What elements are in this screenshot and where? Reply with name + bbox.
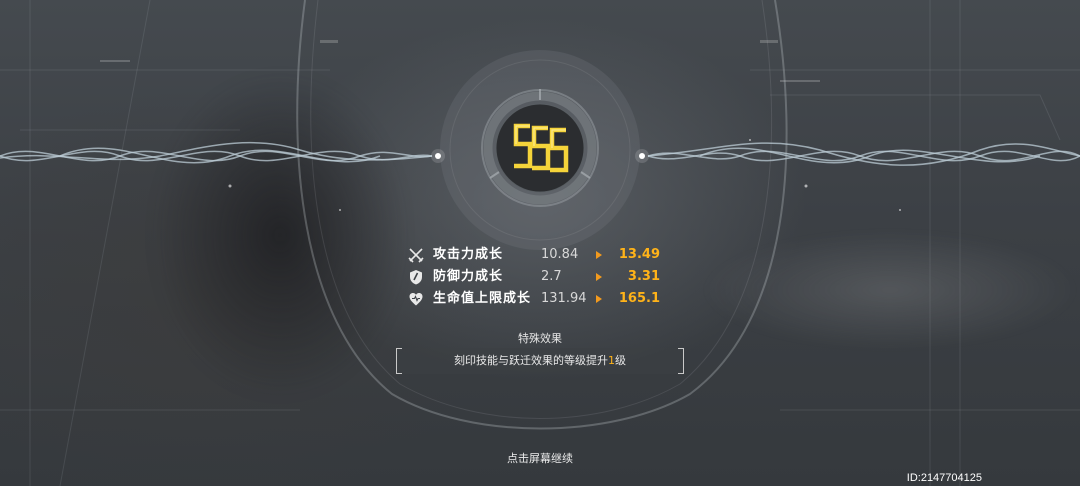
stat-row-attack: 攻击力成长 10.84 13.49: [404, 244, 684, 266]
defense-icon: [410, 270, 422, 285]
stat-row-defense: 防御力成长 2.7 3.31: [404, 266, 684, 288]
stat-old-value: 2.7: [541, 269, 562, 284]
upgrade-result-screen[interactable]: 攻击力成长 10.84 13.49 防御力成长 2.7 3.31 生命值上限成长…: [0, 0, 1080, 486]
stat-label: 生命值上限成长: [433, 291, 532, 306]
special-effect-title: 特殊效果: [518, 332, 562, 345]
tap-to-continue-hint[interactable]: 点击屏幕继续: [440, 450, 640, 466]
special-effect-text-suffix: 级: [615, 354, 626, 367]
stat-new-value: 13.49: [618, 247, 660, 262]
stat-growth-list: 攻击力成长 10.84 13.49 防御力成长 2.7 3.31 生命值上限成长…: [404, 244, 684, 310]
stat-new-value: 3.31: [627, 269, 660, 284]
special-effect-text-prefix: 刻印技能与跃迁效果的等级提升: [454, 354, 608, 367]
special-effect-box: 刻印技能与跃迁效果的等级提升1级: [396, 348, 684, 374]
attack-icon: [408, 248, 424, 263]
special-effect-text: 刻印技能与跃迁效果的等级提升1级: [396, 348, 684, 374]
decorative-frame: [0, 0, 1080, 486]
stat-label: 攻击力成长: [433, 247, 504, 262]
arrow-right-icon: [596, 273, 602, 281]
user-id-label: ID:2147704125: [906, 472, 982, 484]
stat-row-hp: 生命值上限成长 131.94 165.1: [404, 288, 684, 310]
stat-old-value: 10.84: [541, 247, 579, 262]
stat-label: 防御力成长: [433, 269, 504, 284]
sss-rank-icon: [481, 89, 599, 207]
stat-old-value: 131.94: [541, 291, 587, 306]
special-effect-level: 1: [608, 354, 615, 367]
arrow-right-icon: [596, 295, 602, 303]
hp-icon: [409, 293, 423, 306]
arrow-right-icon: [596, 251, 602, 259]
stat-new-value: 165.1: [618, 291, 660, 306]
